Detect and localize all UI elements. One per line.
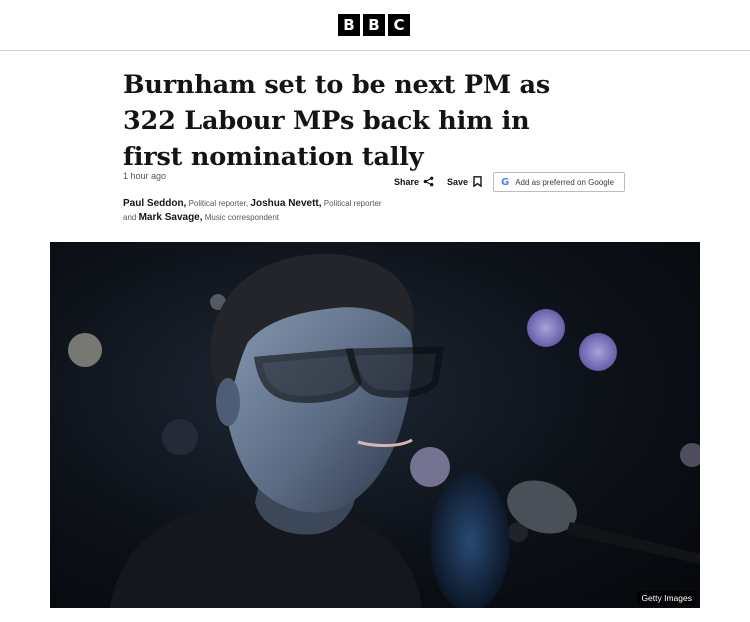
bbc-logo[interactable]: B B C	[338, 14, 410, 36]
byline: Paul Seddon, Political reporter, Joshua …	[123, 197, 385, 225]
hero-photo-illustration	[68, 253, 700, 608]
author-name[interactable]: Paul Seddon,	[123, 198, 186, 209]
article-headline: Burnham set to be next PM as 322 Labour …	[123, 70, 551, 172]
author-name[interactable]: Mark Savage,	[139, 212, 203, 223]
logo-letter-c: C	[388, 14, 410, 36]
share-icon	[423, 176, 434, 187]
logo-letter-b2: B	[363, 14, 385, 36]
author-role: Music correspondent	[204, 213, 280, 222]
share-button[interactable]: Share	[394, 176, 434, 187]
bookmark-icon	[473, 176, 482, 187]
add-preferred-google-button[interactable]: G Add as preferred on Google	[493, 172, 625, 192]
article-timestamp: 1 hour ago	[123, 171, 167, 181]
masthead: B B C	[0, 0, 750, 51]
logo-letter-b1: B	[338, 14, 360, 36]
google-button-label: Add as preferred on Google	[515, 177, 614, 187]
image-credit: Getty Images	[637, 591, 696, 605]
google-g-icon: G	[501, 176, 510, 188]
author-role: Political reporter,	[188, 199, 249, 208]
share-label: Share	[394, 176, 420, 187]
save-button[interactable]: Save	[447, 176, 482, 187]
author-name[interactable]: Joshua Nevett,	[250, 198, 321, 209]
save-label: Save	[447, 176, 469, 187]
hero-image: Getty Images	[50, 242, 700, 608]
